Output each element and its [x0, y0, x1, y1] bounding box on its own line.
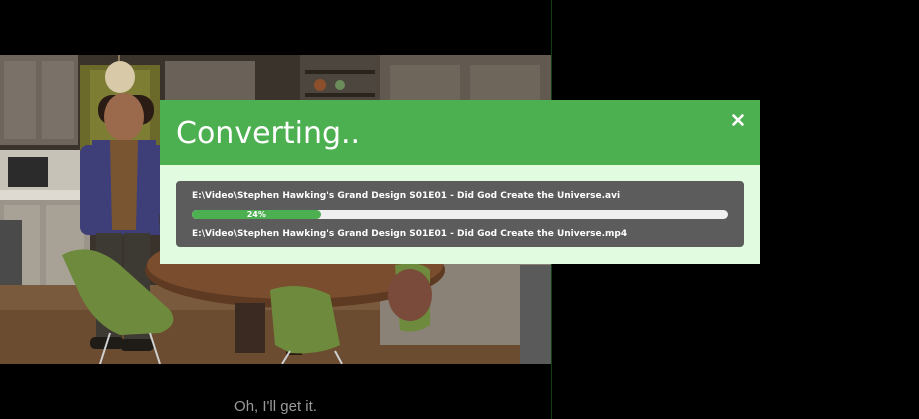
- destination-file-path: E:\Video\Stephen Hawking's Grand Design …: [192, 229, 628, 239]
- conversion-job: E:\Video\Stephen Hawking's Grand Design …: [176, 181, 744, 247]
- dialog-title: Converting..: [176, 116, 361, 151]
- video-subtitle: Oh, I'll get it.: [234, 398, 317, 415]
- source-file-path: E:\Video\Stephen Hawking's Grand Design …: [192, 191, 621, 201]
- close-icon: [732, 114, 744, 126]
- dialog-header: Converting..: [160, 100, 760, 165]
- close-button[interactable]: [728, 110, 748, 130]
- progress-percent: 24%: [246, 210, 266, 219]
- conversion-dialog: Converting.. E:\Video\Stephen Hawking's …: [160, 100, 760, 264]
- app-window: Oh, I'll get it. Converting.. E:\Video\S…: [0, 0, 919, 419]
- progress-bar: 24%: [192, 210, 728, 219]
